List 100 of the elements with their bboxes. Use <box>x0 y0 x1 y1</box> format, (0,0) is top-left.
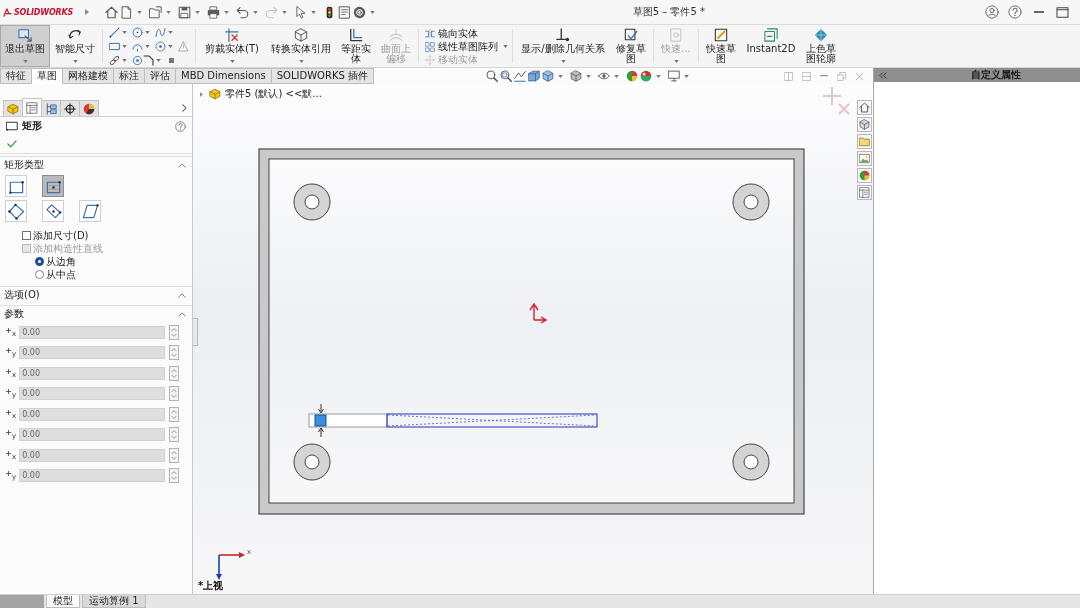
ribbon-button[interactable]: 上色草图轮廓 <box>801 25 841 67</box>
caret-icon[interactable] <box>168 30 173 34</box>
ball-icon[interactable] <box>625 70 638 82</box>
check-icon[interactable] <box>7 139 17 149</box>
rectangle-icon[interactable] <box>109 40 120 52</box>
radio-label[interactable]: 从中点 <box>46 268 76 281</box>
maximize-icon[interactable] <box>1056 6 1069 18</box>
caret-icon[interactable] <box>557 74 563 78</box>
command-tab[interactable]: 特征 <box>0 68 32 84</box>
minimize-icon[interactable] <box>820 75 828 77</box>
cube-icon[interactable] <box>569 70 582 82</box>
panel-tab[interactable] <box>60 100 80 116</box>
section-title[interactable]: 参数 <box>4 307 24 321</box>
command-tab[interactable]: MBD Dimensions <box>176 68 272 84</box>
caret-icon[interactable] <box>122 58 127 62</box>
caret-icon[interactable] <box>85 9 90 15</box>
command-tab[interactable]: 草图 <box>32 68 63 84</box>
ribbon-button[interactable]: 线性草图阵列 <box>423 41 500 53</box>
chevron-icon[interactable] <box>178 292 186 298</box>
pointer-icon[interactable] <box>294 5 308 19</box>
caret-icon[interactable] <box>72 60 78 63</box>
wave-line-icon[interactable] <box>155 26 166 38</box>
list-icon[interactable] <box>857 185 872 200</box>
chevron-icon[interactable] <box>178 162 186 168</box>
bottom-tab[interactable]: 模型 <box>46 595 80 608</box>
checkbox-label[interactable]: 添加尺寸(D) <box>33 229 89 242</box>
radio-button[interactable] <box>35 270 44 279</box>
checkbox[interactable] <box>22 231 31 240</box>
caret-icon[interactable] <box>224 10 230 14</box>
radio-button[interactable] <box>35 257 44 266</box>
section-title[interactable]: 选项(O) <box>4 288 40 302</box>
caret-icon[interactable] <box>122 44 127 48</box>
folder-icon[interactable] <box>857 134 872 149</box>
bent-line-icon[interactable] <box>143 54 154 66</box>
magnifier-icon[interactable] <box>485 70 498 82</box>
chevron-right-icon[interactable] <box>182 104 187 112</box>
undo-icon[interactable] <box>236 5 250 19</box>
tab-scroll-bar[interactable] <box>0 595 44 608</box>
caret-icon[interactable] <box>168 44 173 48</box>
new-document-icon[interactable] <box>120 5 134 19</box>
caret-icon[interactable] <box>683 74 689 78</box>
settings-icon[interactable] <box>353 5 367 19</box>
double-chevron-icon[interactable] <box>879 71 887 79</box>
caret-icon[interactable] <box>560 60 566 63</box>
save-icon[interactable] <box>178 5 192 19</box>
caret-icon[interactable] <box>503 45 508 48</box>
ribbon-button[interactable]: 退出草图 <box>0 25 50 67</box>
caret-icon[interactable] <box>311 10 317 14</box>
ribbon-button[interactable]: 镜向实体 <box>423 28 500 40</box>
line-icon[interactable] <box>109 26 120 38</box>
ribbon-button[interactable]: 显示/删除几何关系 <box>515 25 611 67</box>
rectangle-type-button[interactable] <box>79 200 101 222</box>
ball-icon[interactable] <box>857 168 872 183</box>
caret-icon[interactable] <box>195 10 201 14</box>
caret-icon[interactable] <box>655 74 661 78</box>
monitor-icon[interactable] <box>667 70 680 82</box>
command-tab[interactable]: 评估 <box>145 68 176 84</box>
open-folder-icon[interactable] <box>149 5 163 19</box>
ribbon-button[interactable]: 修复草图 <box>611 25 651 67</box>
expand-caret-icon[interactable] <box>200 91 203 97</box>
command-tab[interactable]: 网格建模 <box>63 68 114 84</box>
ribbon-button[interactable]: Instant2D <box>741 25 801 67</box>
cube-icon[interactable] <box>541 70 554 82</box>
chevron-icon[interactable] <box>178 311 186 317</box>
cube-icon[interactable] <box>857 117 872 132</box>
rectangle-type-button[interactable] <box>5 200 27 222</box>
help-icon[interactable] <box>175 120 186 132</box>
caret-icon[interactable] <box>585 74 591 78</box>
dot-circle-icon[interactable] <box>132 54 143 66</box>
caret-icon[interactable] <box>253 10 259 14</box>
eye-icon[interactable] <box>597 70 610 82</box>
ribbon-button[interactable]: 剪裁实体(T) <box>198 25 266 67</box>
tree-item-label[interactable]: 零件5 (默认) <<默... <box>225 87 322 101</box>
ribbon-button[interactable]: 转换实体引用 <box>266 25 336 67</box>
ball-icon[interactable] <box>639 70 652 82</box>
home-icon[interactable] <box>857 100 872 115</box>
caret-icon[interactable] <box>298 60 304 63</box>
home-icon[interactable] <box>105 5 119 19</box>
caret-icon[interactable] <box>370 10 376 14</box>
sliced-box-icon[interactable] <box>527 70 540 82</box>
printer-icon[interactable] <box>207 5 221 19</box>
help-icon[interactable] <box>1008 5 1022 19</box>
caret-icon[interactable] <box>145 44 150 48</box>
caret-icon[interactable] <box>156 58 161 62</box>
line-graph-icon[interactable] <box>513 70 526 82</box>
rectangle-type-button[interactable] <box>42 175 64 197</box>
caret-icon[interactable] <box>122 30 127 34</box>
radio-label[interactable]: 从边角 <box>46 255 76 268</box>
panel-tab[interactable] <box>79 100 99 116</box>
caret-icon[interactable] <box>613 74 619 78</box>
caret-icon[interactable] <box>145 30 150 34</box>
command-tab[interactable]: SOLIDWORKS 插件 <box>271 68 374 84</box>
rectangle-type-button[interactable] <box>5 175 27 197</box>
rectangle-type-button[interactable] <box>42 200 64 222</box>
document-lines-icon[interactable] <box>338 5 352 19</box>
caret-icon[interactable] <box>137 10 143 14</box>
caret-icon[interactable] <box>166 10 172 14</box>
section-title[interactable]: 矩形类型 <box>4 158 44 172</box>
splitter-handle[interactable] <box>193 318 198 346</box>
user-icon[interactable] <box>985 5 999 19</box>
